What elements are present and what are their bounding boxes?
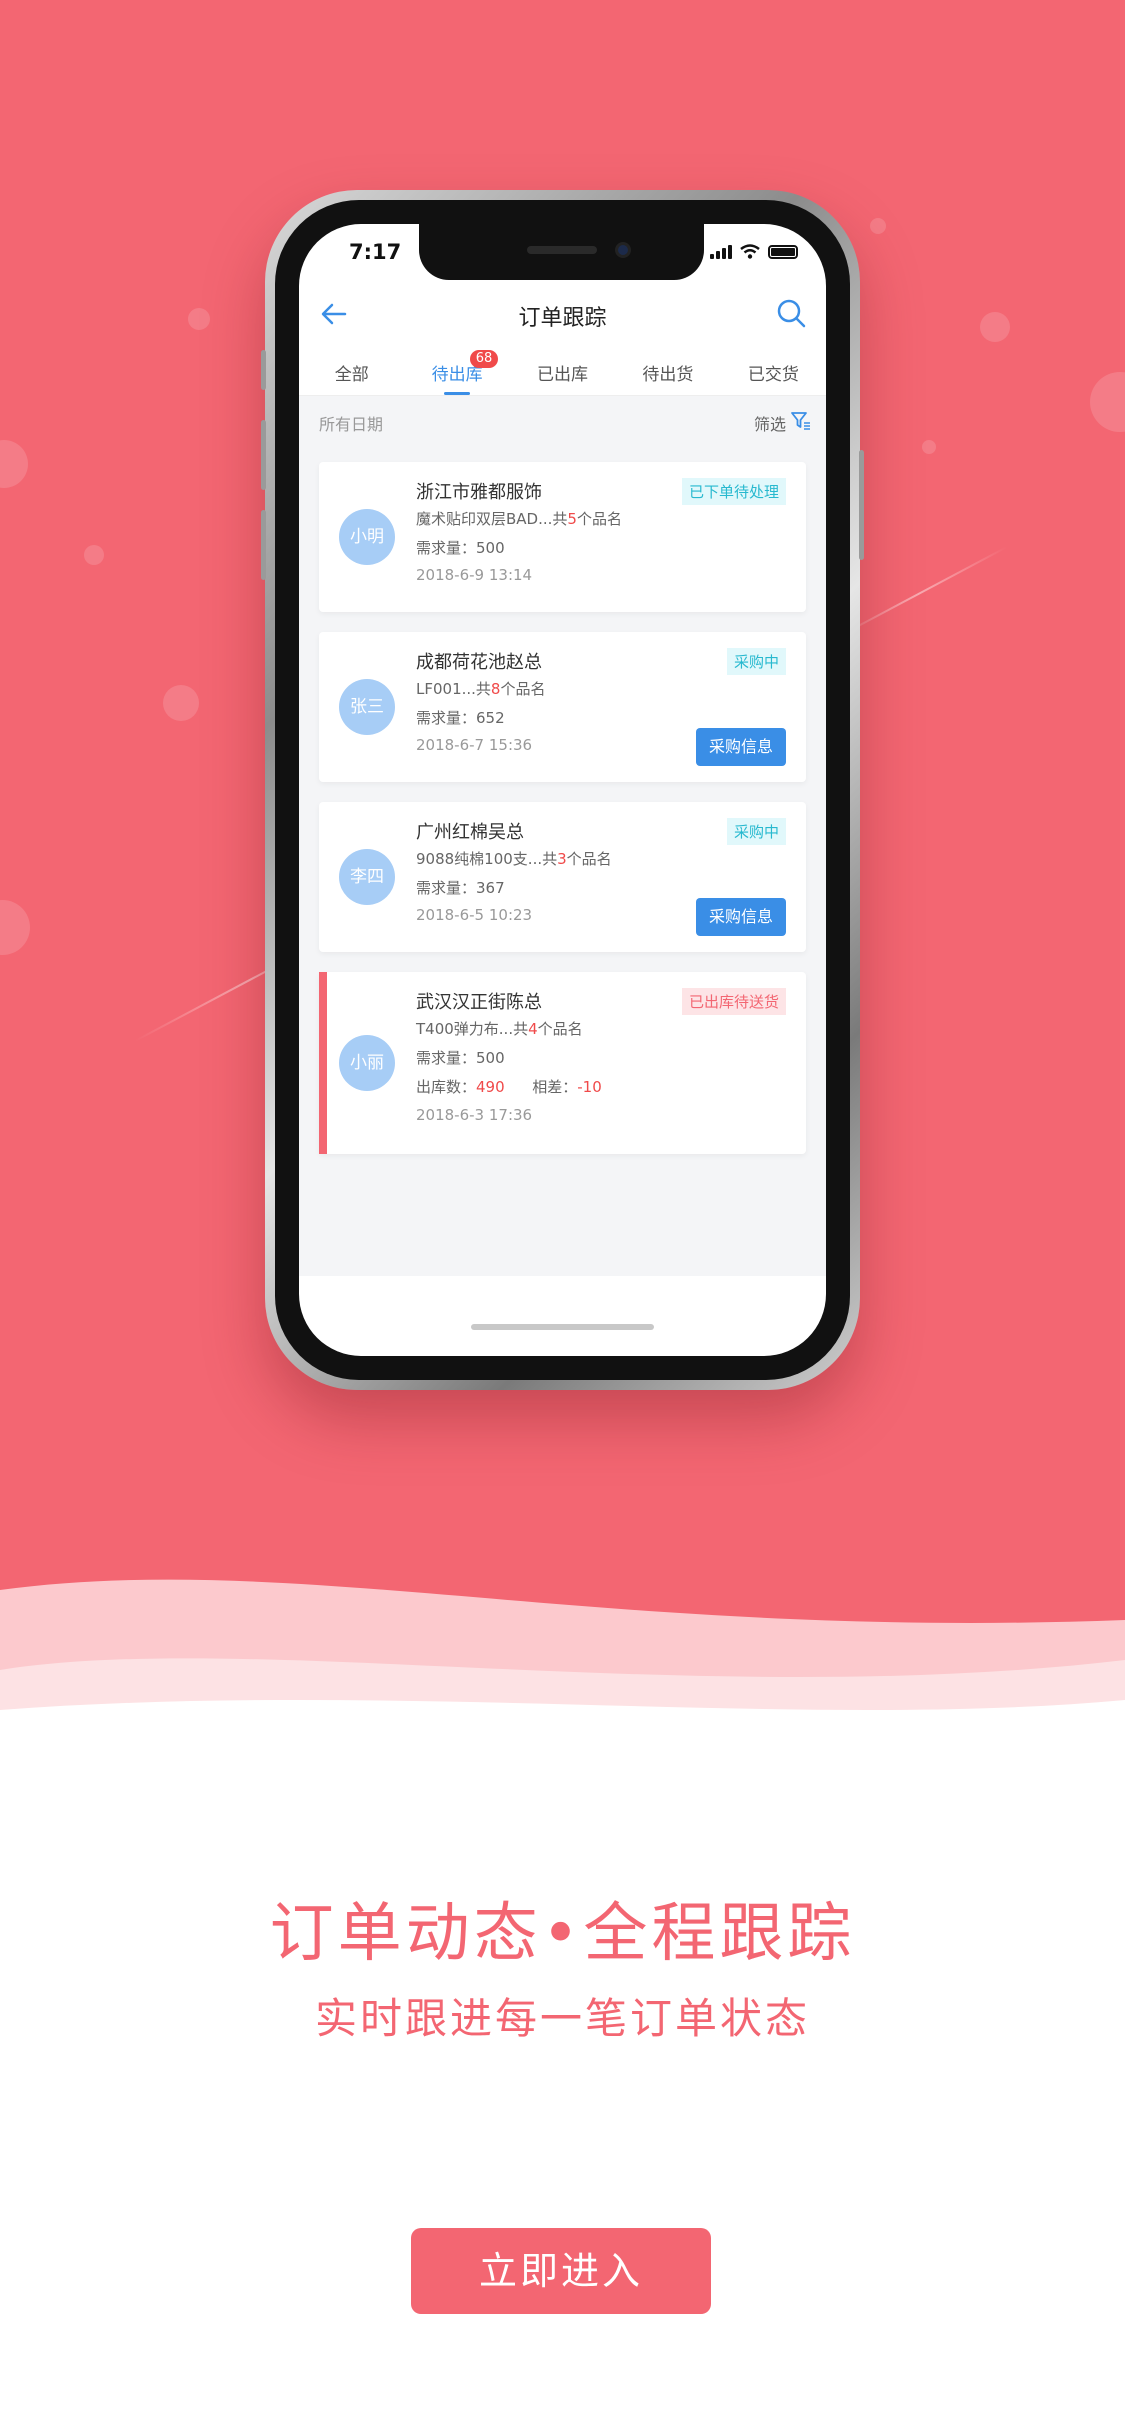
tab-label: 已出库 xyxy=(537,365,589,385)
customer-name: 武汉汉正街陈总 xyxy=(416,992,542,1013)
camera-icon xyxy=(615,242,631,258)
decorative-bubble xyxy=(0,440,28,488)
wave-divider xyxy=(0,1579,1125,1760)
tab-outbound[interactable]: 已出库 xyxy=(510,344,615,395)
order-date: 2018-6-5 10:23 xyxy=(416,906,533,924)
avatar: 小丽 xyxy=(339,1035,395,1091)
decorative-bubble xyxy=(922,440,936,454)
phone-side-button xyxy=(859,450,864,560)
item-summary-suffix: 个品名 xyxy=(566,850,612,868)
status-badge: 采购中 xyxy=(726,648,786,675)
order-card[interactable]: 张三 成都荷花池赵总 LF001...共8个品名 需求量：652 2018-6-… xyxy=(319,632,806,782)
decorative-bubble xyxy=(84,545,104,565)
item-summary: 魔术贴印双层BAD...共5个品名 xyxy=(416,508,622,529)
difference-label: 相差： xyxy=(532,1078,578,1096)
home-indicator xyxy=(471,1324,654,1330)
page-title: 订单跟踪 xyxy=(518,306,607,331)
status-badge: 采购中 xyxy=(726,818,786,845)
demand-quantity: 需求量：500 xyxy=(416,539,505,557)
enter-now-button[interactable]: 立即进入 xyxy=(411,2228,711,2314)
phone-side-button xyxy=(261,510,266,580)
demand-quantity: 需求量：367 xyxy=(416,879,505,897)
decorative-bubble xyxy=(1090,372,1125,432)
tab-pending-shipment[interactable]: 待出货 xyxy=(615,344,720,395)
customer-name: 成都荷花池赵总 xyxy=(416,652,542,673)
speaker-grille xyxy=(527,246,597,254)
purchase-info-button[interactable]: 采购信息 xyxy=(696,728,786,766)
phone-side-button xyxy=(261,350,266,390)
item-summary: 9088纯棉100支...共3个品名 xyxy=(416,848,612,869)
decorative-bubble xyxy=(870,218,886,234)
tab-label: 待出货 xyxy=(642,365,694,385)
status-badge: 已下单待处理 xyxy=(681,478,786,505)
avatar: 李四 xyxy=(339,849,395,905)
order-date: 2018-6-9 13:14 xyxy=(416,566,533,584)
tab-pending-outbound[interactable]: 待出库 68 xyxy=(404,344,509,395)
status-icons xyxy=(710,244,798,259)
order-card[interactable]: 李四 广州红棉吴总 9088纯棉100支...共3个品名 需求量：367 201… xyxy=(319,802,806,952)
item-count: 4 xyxy=(528,1020,538,1038)
status-time: 7:17 xyxy=(349,240,402,264)
item-summary: T400弹力布...共4个品名 xyxy=(416,1018,583,1039)
tab-all[interactable]: 全部 xyxy=(299,344,404,395)
demand-quantity: 需求量：500 xyxy=(416,1049,505,1067)
decorative-bubble xyxy=(163,685,199,721)
nav-bar: 订单跟踪 xyxy=(299,284,826,344)
phone-bezel: 7:17 订单跟踪 全部 待出库 68 已出库 待出货 已交货 所有日期 筛选 … xyxy=(275,200,850,1380)
difference-value: -10 xyxy=(577,1078,602,1096)
item-count: 3 xyxy=(557,850,567,868)
order-card[interactable]: 小明 浙江市雅都服饰 魔术贴印双层BAD...共5个品名 需求量：500 201… xyxy=(319,462,806,612)
count-badge: 68 xyxy=(469,350,499,368)
promo-subline: 实时跟进每一笔订单状态 xyxy=(314,1994,810,2043)
decorative-bubble xyxy=(980,312,1010,342)
battery-icon xyxy=(768,245,798,259)
item-count: 5 xyxy=(567,510,577,528)
tab-label: 待出库 xyxy=(431,365,483,385)
item-summary-suffix: 个品名 xyxy=(576,510,622,528)
customer-name: 浙江市雅都服饰 xyxy=(416,482,542,503)
promo-headline: 订单动态•全程跟踪 xyxy=(269,1897,856,1971)
outbound-summary: 出库数：490 相差：-10 xyxy=(416,1076,602,1097)
customer-name: 广州红棉吴总 xyxy=(416,822,524,843)
decorative-bubble xyxy=(0,900,30,955)
phone-side-button xyxy=(261,420,266,490)
date-filter[interactable]: 所有日期 xyxy=(319,411,383,435)
item-summary-text: T400弹力布...共 xyxy=(416,1020,529,1038)
item-summary: LF001...共8个品名 xyxy=(416,678,545,699)
item-summary-suffix: 个品名 xyxy=(537,1020,583,1038)
filter-bar: 所有日期 筛选 xyxy=(299,396,826,446)
avatar: 小明 xyxy=(339,509,395,565)
avatar: 张三 xyxy=(339,679,395,735)
wifi-icon xyxy=(740,244,760,259)
tab-delivered[interactable]: 已交货 xyxy=(721,344,826,395)
phone-mockup: 7:17 订单跟踪 全部 待出库 68 已出库 待出货 已交货 所有日期 筛选 … xyxy=(261,190,864,1390)
highlight-bar xyxy=(319,972,327,1154)
order-date: 2018-6-3 17:36 xyxy=(416,1106,533,1124)
signal-icon xyxy=(710,245,732,259)
outbound-value: 490 xyxy=(476,1078,505,1096)
order-card[interactable]: 小丽 武汉汉正街陈总 T400弹力布...共4个品名 需求量：500 出库数：4… xyxy=(319,972,806,1154)
demand-quantity: 需求量：652 xyxy=(416,709,505,727)
status-badge: 已出库待送货 xyxy=(681,988,786,1015)
phone-screen: 7:17 订单跟踪 全部 待出库 68 已出库 待出货 已交货 所有日期 筛选 … xyxy=(299,224,826,1356)
order-list: 小明 浙江市雅都服饰 魔术贴印双层BAD...共5个品名 需求量：500 201… xyxy=(299,446,826,1276)
outbound-label: 出库数： xyxy=(416,1078,477,1096)
tab-label: 已交货 xyxy=(747,365,799,385)
hero-background: 7:17 订单跟踪 全部 待出库 68 已出库 待出货 已交货 所有日期 筛选 … xyxy=(0,0,1125,1720)
decorative-bubble xyxy=(188,308,210,330)
purchase-info-button[interactable]: 采购信息 xyxy=(696,898,786,936)
search-icon[interactable] xyxy=(774,296,808,330)
order-date: 2018-6-7 15:36 xyxy=(416,736,533,754)
item-summary-text: 9088纯棉100支...共 xyxy=(416,850,558,868)
item-summary-suffix: 个品名 xyxy=(500,680,546,698)
phone-notch xyxy=(419,224,704,280)
filter-button[interactable]: 筛选 xyxy=(754,411,786,435)
item-summary-text: LF001...共 xyxy=(416,680,491,698)
tab-label: 全部 xyxy=(334,365,369,385)
status-tabs: 全部 待出库 68 已出库 待出货 已交货 xyxy=(299,344,826,396)
filter-icon[interactable] xyxy=(790,410,812,432)
item-summary-text: 魔术贴印双层BAD...共 xyxy=(416,510,568,528)
